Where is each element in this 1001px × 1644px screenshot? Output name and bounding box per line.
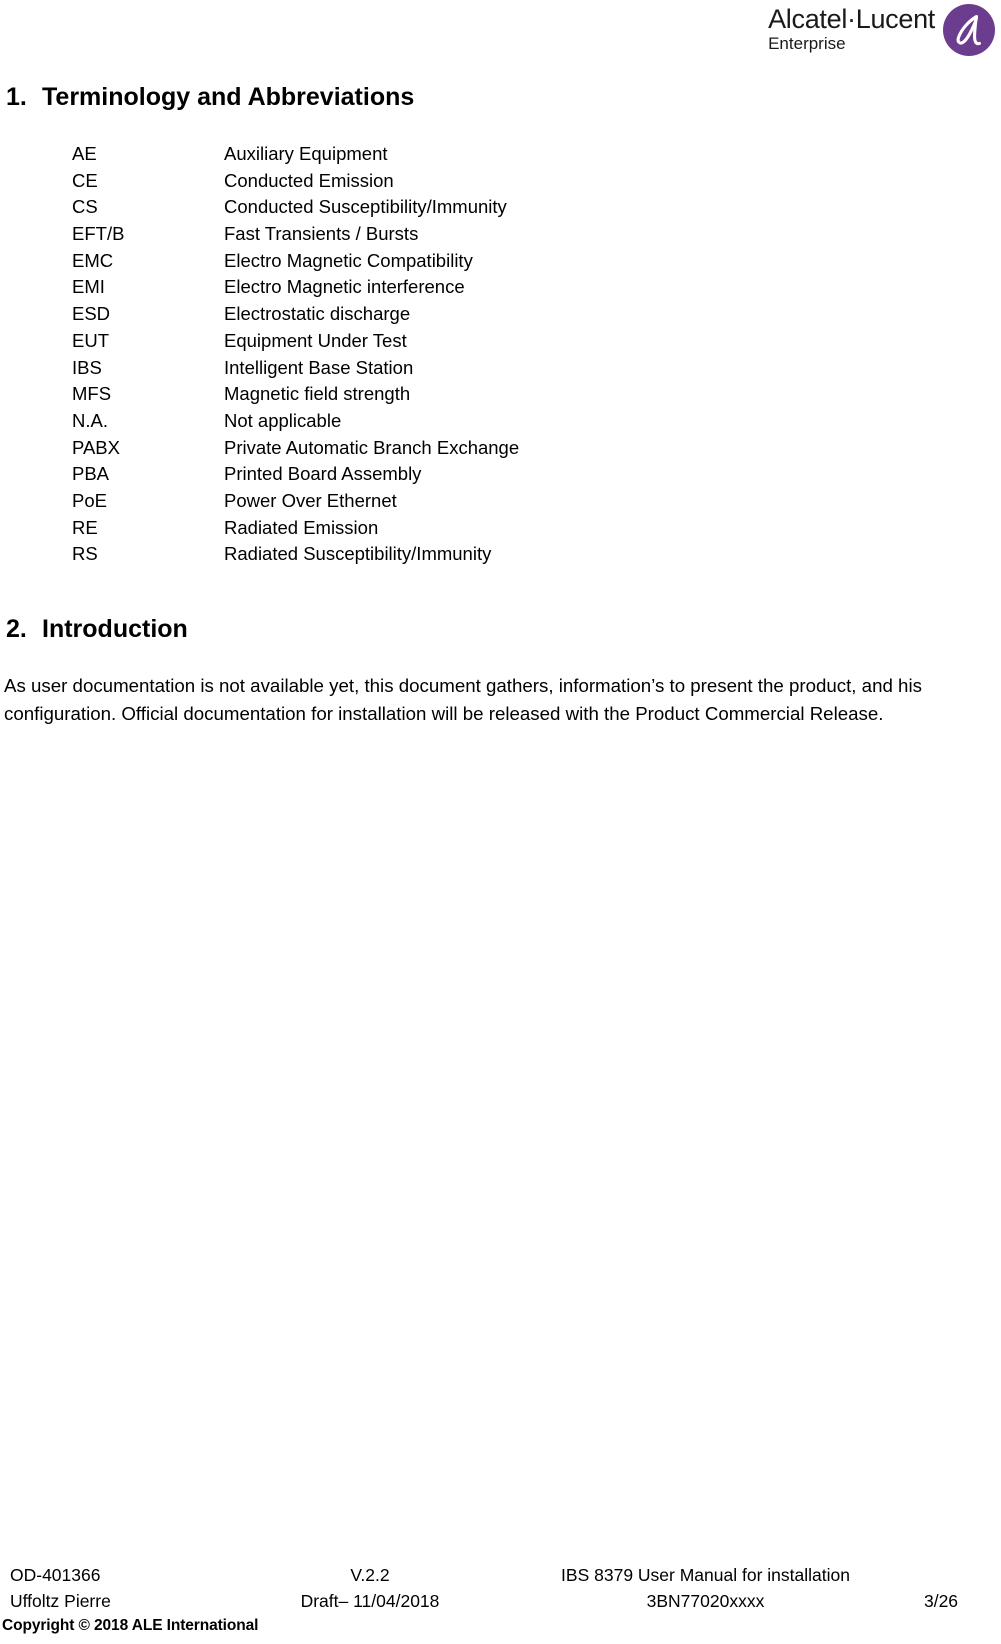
introduction-paragraph: As user documentation is not available y… bbox=[4, 675, 922, 724]
abbreviation-term: CS bbox=[72, 196, 98, 218]
abbreviation-term: MFS bbox=[72, 383, 112, 405]
alcatel-lucent-enterprise-logo: Alcatel·Lucent Enterprise bbox=[768, 4, 995, 56]
heading-text: Introduction bbox=[42, 615, 188, 643]
abbreviation-definition: Power Over Ethernet bbox=[224, 489, 397, 511]
abbreviation-row: EFT/B Fast Transients / Bursts bbox=[72, 221, 932, 248]
page-footer: OD-401366 V.2.2 IBS 8379 User Manual for… bbox=[0, 1562, 1001, 1638]
abbreviation-definition: Radiated Susceptibility/Immunity bbox=[224, 543, 492, 565]
abbreviation-definition: Equipment Under Test bbox=[224, 329, 407, 351]
abbreviation-term: EMC bbox=[72, 249, 114, 271]
abbreviation-term: PABX bbox=[72, 436, 120, 458]
abbreviation-term: EMI bbox=[72, 276, 105, 298]
footer-version: V.2.2 bbox=[350, 1565, 390, 1585]
abbreviation-definition: Printed Board Assembly bbox=[224, 463, 422, 485]
ale-a-logomark-icon bbox=[943, 4, 995, 56]
abbreviation-term: CE bbox=[72, 169, 98, 191]
footer-copyright: Copyright © 2018 ALE International bbox=[2, 1617, 259, 1634]
heading-number: 2. bbox=[6, 615, 27, 643]
abbreviation-definition: Intelligent Base Station bbox=[224, 356, 414, 378]
abbreviation-row: ESD Electrostatic discharge bbox=[72, 301, 932, 328]
abbreviation-row: CE Conducted Emission bbox=[72, 168, 932, 195]
footer-manual-title: IBS 8379 User Manual for installation bbox=[561, 1565, 850, 1585]
logo-brand-text: Alcatel·Lucent bbox=[768, 4, 935, 34]
abbreviation-row: MFS Magnetic field strength bbox=[72, 381, 932, 408]
abbreviation-row: EMC Electro Magnetic Compatibility bbox=[72, 248, 932, 275]
heading-terminology-and-abbreviations: 1. Terminology and Abbreviations bbox=[6, 82, 414, 112]
footer-page-number: 3/26 bbox=[923, 1591, 959, 1611]
logo-wordmark: Alcatel·Lucent Enterprise bbox=[768, 4, 943, 54]
abbreviation-definition: Conducted Susceptibility/Immunity bbox=[224, 196, 507, 218]
abbreviation-row: PBA Printed Board Assembly bbox=[72, 461, 932, 488]
footer-author: Uffoltz Pierre bbox=[10, 1591, 111, 1611]
abbreviation-definition: Electrostatic discharge bbox=[224, 303, 411, 325]
heading-introduction: 2. Introduction bbox=[6, 614, 188, 644]
page-header: Alcatel·Lucent Enterprise bbox=[0, 0, 1001, 68]
abbreviation-term: RS bbox=[72, 543, 98, 565]
abbreviation-row: PABX Private Automatic Branch Exchange bbox=[72, 435, 932, 462]
abbreviation-definition: Conducted Emission bbox=[224, 169, 394, 191]
abbreviation-term: PoE bbox=[72, 489, 107, 511]
abbreviation-definition: Fast Transients / Bursts bbox=[224, 223, 419, 245]
abbreviation-term: EUT bbox=[72, 329, 109, 351]
abbreviation-row: EUT Equipment Under Test bbox=[72, 328, 932, 355]
abbreviation-row: AE Auxiliary Equipment bbox=[72, 141, 932, 168]
abbreviation-term: EFT/B bbox=[72, 223, 125, 245]
abbreviation-term: AE bbox=[72, 143, 97, 164]
abbreviation-definition: Magnetic field strength bbox=[224, 383, 411, 405]
abbreviation-row: RE Radiated Emission bbox=[72, 515, 932, 542]
footer-doc-number: OD-401366 bbox=[10, 1565, 101, 1585]
heading-number: 1. bbox=[6, 83, 27, 111]
footer-row-secondary: Uffoltz Pierre Draft– 11/04/2018 3BN7702… bbox=[0, 1588, 1001, 1614]
abbreviation-term: RE bbox=[72, 516, 98, 538]
heading-text: Terminology and Abbreviations bbox=[42, 83, 415, 111]
abbreviation-row: N.A. Not applicable bbox=[72, 408, 932, 435]
abbreviation-row: CS Conducted Susceptibility/Immunity bbox=[72, 194, 932, 221]
logo-subbrand-text: Enterprise bbox=[768, 34, 846, 53]
footer-row-primary: OD-401366 V.2.2 IBS 8379 User Manual for… bbox=[0, 1562, 1001, 1588]
abbreviation-definition: Auxiliary Equipment bbox=[224, 143, 388, 164]
abbreviation-term: IBS bbox=[72, 356, 102, 378]
abbreviation-term: ESD bbox=[72, 303, 111, 325]
footer-spacer bbox=[881, 1562, 1001, 1588]
abbreviation-row: RS Radiated Susceptibility/Immunity bbox=[72, 541, 932, 568]
abbreviation-term: PBA bbox=[72, 463, 110, 485]
abbreviation-definition: Radiated Emission bbox=[224, 516, 379, 538]
abbreviation-definition: Electro Magnetic interference bbox=[224, 276, 465, 298]
abbreviation-definition: Private Automatic Branch Exchange bbox=[224, 436, 520, 458]
abbreviation-term: N.A. bbox=[72, 409, 108, 431]
footer-part-number: 3BN77020xxxx bbox=[646, 1591, 765, 1611]
abbreviation-row: IBS Intelligent Base Station bbox=[72, 355, 932, 382]
footer-status-date: Draft– 11/04/2018 bbox=[300, 1591, 440, 1611]
abbreviation-row: PoE Power Over Ethernet bbox=[72, 488, 932, 515]
abbreviation-definition: Electro Magnetic Compatibility bbox=[224, 249, 473, 271]
abbreviation-definition: Not applicable bbox=[224, 409, 342, 431]
abbreviations-list: AE Auxiliary Equipment CE Conducted Emis… bbox=[72, 141, 932, 568]
abbreviation-row: EMI Electro Magnetic interference bbox=[72, 274, 932, 301]
